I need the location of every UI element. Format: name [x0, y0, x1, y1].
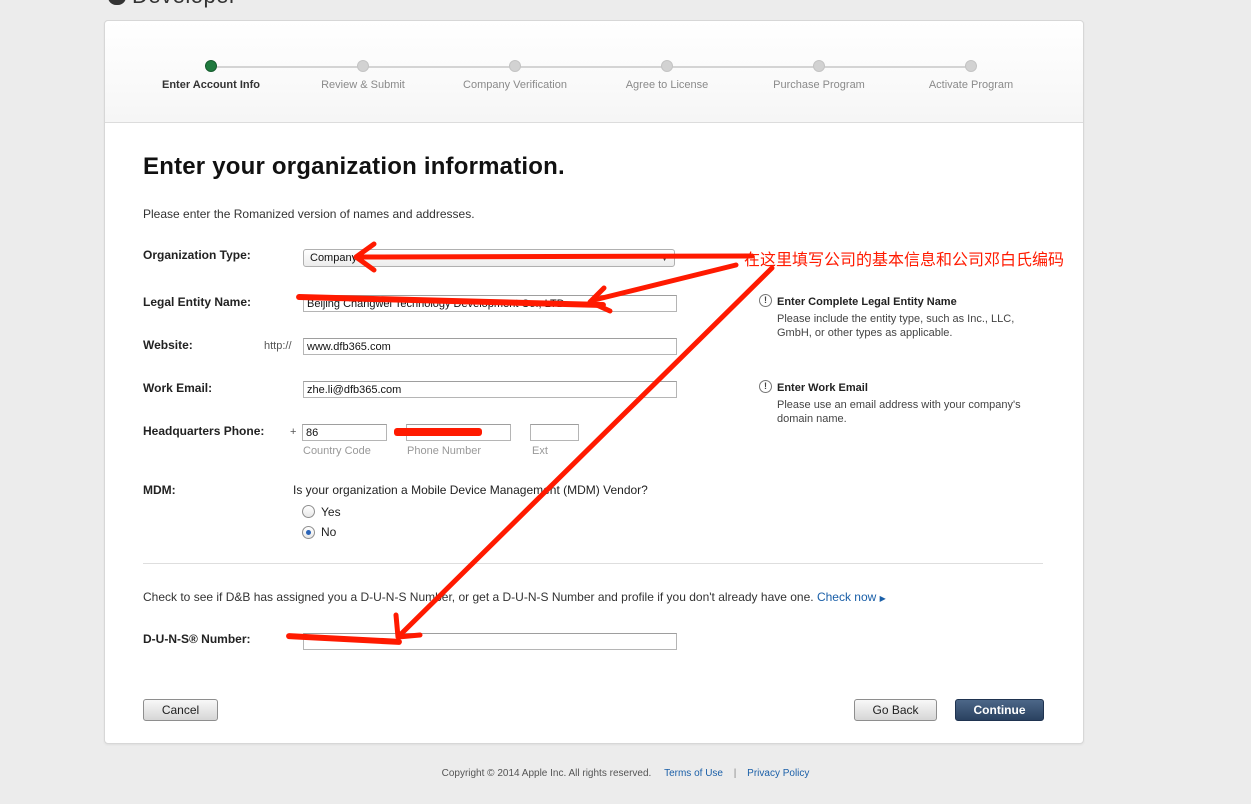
- chevron-right-icon: ▶: [879, 594, 886, 603]
- info-icon: !: [759, 294, 772, 307]
- check-now-link[interactable]: Check now ▶: [817, 590, 886, 604]
- step-label: Activate Program: [928, 79, 1014, 91]
- country-code-caption: Country Code: [303, 445, 371, 457]
- terms-link[interactable]: Terms of Use: [664, 768, 723, 779]
- mdm-label: MDM:: [143, 483, 176, 497]
- progress-steps: Enter Account Info Review & Submit Compa…: [105, 21, 1083, 123]
- mdm-no-radio[interactable]: [302, 526, 315, 539]
- org-type-value: Company: [310, 252, 358, 264]
- legal-name-label: Legal Entity Name:: [143, 295, 252, 309]
- step-dot: [965, 60, 977, 72]
- email-help-text: Please use an email address with your co…: [777, 399, 1021, 425]
- redaction-mark: [394, 428, 482, 436]
- mdm-yes-radio[interactable]: [302, 505, 315, 518]
- continue-button[interactable]: Continue: [955, 699, 1044, 721]
- annotation-text: 在这里填写公司的基本信息和公司邓白氏编码: [744, 250, 1065, 269]
- step-dot-active: [205, 60, 217, 72]
- mdm-yes-label[interactable]: Yes: [321, 505, 341, 519]
- cancel-button[interactable]: Cancel: [143, 699, 218, 721]
- phone-number-caption: Phone Number: [407, 445, 481, 457]
- brand-title[interactable]: Developer: [132, 0, 237, 9]
- step-label: Enter Account Info: [162, 79, 260, 91]
- website-input[interactable]: www.dfb365.com: [303, 338, 677, 355]
- duns-check-sentence: Check to see if D&B has assigned you a D…: [143, 590, 814, 604]
- privacy-link[interactable]: Privacy Policy: [747, 768, 809, 779]
- duns-label: D-U-N-S® Number:: [143, 632, 251, 646]
- work-email-input[interactable]: zhe.li@dfb365.com: [303, 381, 677, 398]
- duns-check-text: Check to see if D&B has assigned you a D…: [143, 590, 886, 604]
- org-type-label: Organization Type:: [143, 248, 251, 262]
- step-dot: [357, 60, 369, 72]
- step-activate-program: Activate Program: [891, 60, 1051, 91]
- section-divider: [143, 563, 1043, 564]
- mdm-no-label[interactable]: No: [321, 525, 336, 539]
- check-now-label: Check now: [816, 590, 877, 604]
- step-label: Purchase Program: [773, 79, 865, 91]
- step-dot: [813, 60, 825, 72]
- website-label: Website:: [143, 338, 193, 352]
- step-label: Agree to License: [625, 79, 709, 91]
- page-title: Enter your organization information.: [143, 153, 565, 180]
- legal-name-help-text: Please include the entity type, such as …: [777, 313, 1015, 339]
- copyright-text: Copyright © 2014 Apple Inc. All rights r…: [441, 768, 652, 779]
- header-bar: Developer: [108, 0, 237, 9]
- step-enter-account-info: Enter Account Info: [131, 60, 291, 91]
- enrollment-card: Enter Account Info Review & Submit Compa…: [104, 20, 1084, 744]
- go-back-button[interactable]: Go Back: [854, 699, 937, 721]
- step-agree-license: Agree to License: [587, 60, 747, 91]
- mdm-question: Is your organization a Mobile Device Man…: [293, 483, 648, 497]
- step-dot: [661, 60, 673, 72]
- step-label: Company Verification: [463, 79, 567, 91]
- step-label: Review & Submit: [321, 79, 405, 91]
- hq-phone-label: Headquarters Phone:: [143, 424, 265, 438]
- website-prefix: http://: [264, 340, 292, 352]
- info-icon: !: [759, 380, 772, 393]
- email-help-title: Enter Work Email: [777, 382, 868, 394]
- work-email-label: Work Email:: [143, 381, 213, 395]
- apple-logo-icon[interactable]: [108, 0, 126, 5]
- legal-name-help-title: Enter Complete Legal Entity Name: [777, 296, 957, 308]
- footer-separator: |: [733, 768, 737, 779]
- step-review-submit: Review & Submit: [283, 60, 443, 91]
- step-purchase-program: Purchase Program: [739, 60, 899, 91]
- ext-caption: Ext: [532, 445, 548, 457]
- step-company-verification: Company Verification: [435, 60, 595, 91]
- ext-input[interactable]: [530, 424, 579, 441]
- phone-plus-sign: +: [290, 426, 297, 438]
- intro-text: Please enter the Romanized version of na…: [143, 207, 475, 221]
- org-type-select[interactable]: Company ▼: [303, 249, 675, 267]
- chevron-down-icon: ▼: [660, 253, 669, 263]
- step-dot: [509, 60, 521, 72]
- footer: Copyright © 2014 Apple Inc. All rights r…: [0, 768, 1251, 779]
- country-code-input[interactable]: 86: [302, 424, 387, 441]
